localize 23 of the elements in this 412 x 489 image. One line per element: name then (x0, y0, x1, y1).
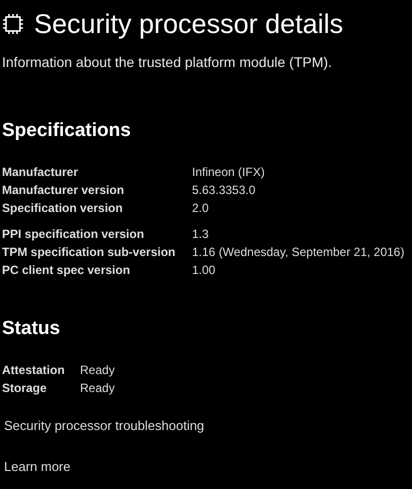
section-heading: Specifications (2, 120, 132, 142)
spec-label: Manufacturer version (2, 182, 126, 198)
spec-value: 5.63.3353.0 (192, 182, 256, 198)
page-description: Information about the trusted platform module (TPM). (2, 54, 333, 70)
text-link[interactable]: Learn more (4, 459, 70, 474)
status-label: Storage (2, 380, 48, 396)
spec-label: PC client spec version (2, 262, 132, 278)
spec-label: Manufacturer (2, 164, 80, 180)
chip-icon (2, 13, 24, 35)
spec-value: 1.16 (Wednesday, September 21, 2016) (192, 244, 406, 260)
status-label: Attestation (2, 362, 66, 378)
spec-label: TPM specification sub-version (2, 244, 176, 260)
status-value: Ready (80, 380, 116, 396)
spec-label: PPI specification version (2, 226, 146, 242)
section-heading: Status (2, 318, 62, 340)
text-link[interactable]: Security processor troubleshooting (4, 418, 204, 433)
page-title: Security processor details (34, 8, 344, 41)
spec-value: 2.0 (192, 200, 210, 216)
spec-value: Infineon (IFX) (192, 164, 266, 180)
spec-value: 1.00 (192, 262, 216, 278)
status-value: Ready (80, 362, 116, 378)
spec-label: Specification version (2, 200, 124, 216)
spec-value: 1.3 (192, 226, 210, 242)
